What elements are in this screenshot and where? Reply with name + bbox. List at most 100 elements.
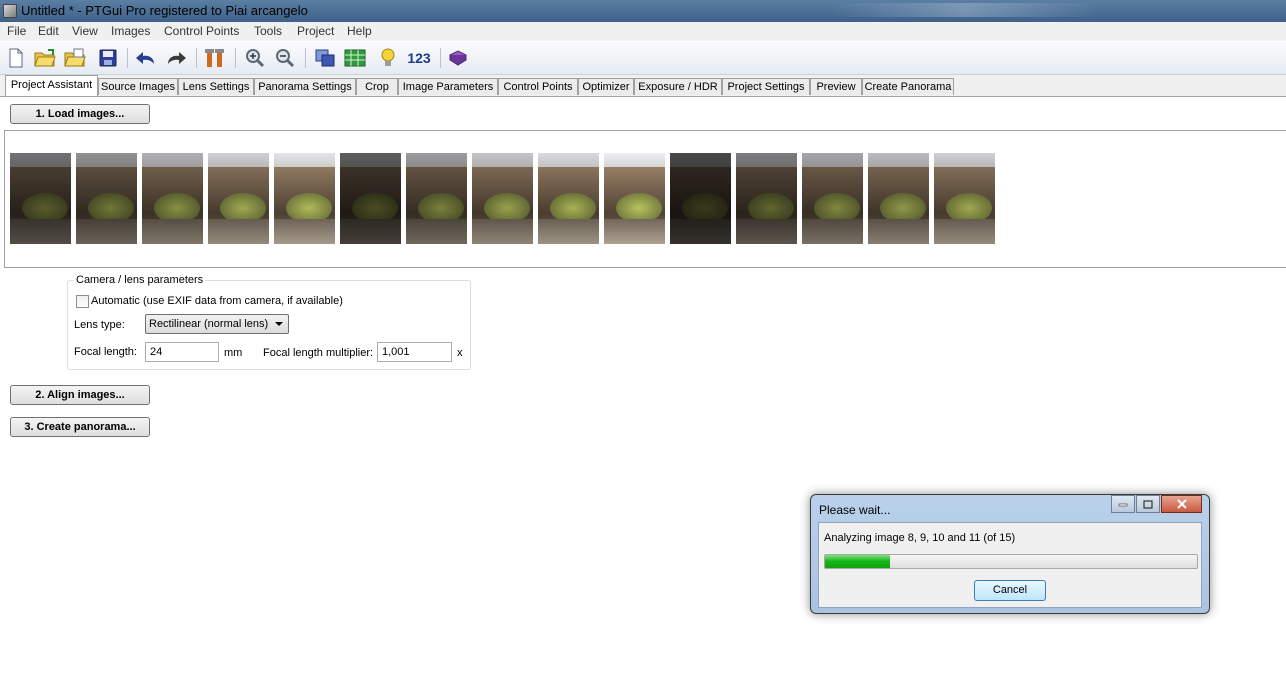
thumbnail-foreground [76,219,137,244]
image-thumbnail[interactable] [604,153,665,244]
focal-length-multiplier-label: Focal length multiplier: [263,347,374,359]
create-panorama-button[interactable]: 3. Create panorama... [10,417,150,437]
lens-type-value: Rectilinear (normal lens) [149,318,269,330]
window-controls [1111,495,1202,514]
tab-preview[interactable]: Preview [810,78,862,95]
tab-lens-settings[interactable]: Lens Settings [178,78,254,95]
thumbnail-foreground [142,219,203,244]
menu-control-points[interactable]: Control Points [164,24,239,38]
focal-length-multiplier-input[interactable]: 1,001 [377,342,452,362]
chevron-down-icon [275,322,283,326]
thumbnail-foreground [274,219,335,244]
title-bar-decoration [830,3,1100,17]
multiplier-unit: x [457,347,463,359]
tab-image-parameters[interactable]: Image Parameters [398,78,498,95]
undo-icon[interactable] [134,47,158,69]
menu-tools[interactable]: Tools [254,24,282,38]
please-wait-dialog: Please wait... Analyzing image 8, 9, 10 … [810,494,1210,614]
thumbnail-foreground [670,219,731,244]
tab-create-panorama[interactable]: Create Panorama [862,78,954,95]
toolbar: 123 [0,42,1286,75]
image-thumbnail[interactable] [670,153,731,244]
thumbnail-foreground [802,219,863,244]
focal-length-label: Focal length: [74,346,137,358]
app-icon[interactable] [3,4,17,18]
automatic-exif-label: Automatic (use EXIF data from camera, if… [91,295,343,307]
tab-exposure-hdr[interactable]: Exposure / HDR [634,78,722,95]
menu-images[interactable]: Images [111,24,150,38]
lens-type-label: Lens type: [74,319,125,331]
image-thumbnail-strip[interactable] [4,130,1286,268]
numbering-icon[interactable]: 123 [402,47,436,69]
menu-help[interactable]: Help [347,24,372,38]
toolbar-separator [440,48,441,68]
redo-icon[interactable] [164,47,188,69]
title-bar: Untitled * - PTGui Pro registered to Pia… [0,0,1286,22]
open-folder-icon[interactable] [33,47,57,69]
image-thumbnail[interactable] [472,153,533,244]
tab-control-points[interactable]: Control Points [498,78,578,95]
group-title: Camera / lens parameters [74,274,206,286]
tab-optimizer[interactable]: Optimizer [578,78,634,95]
image-thumbnail[interactable] [802,153,863,244]
progress-message: Analyzing image 8, 9, 10 and 11 (of 15) [824,532,1016,544]
tab-project-assistant[interactable]: Project Assistant [5,75,98,96]
lens-type-select[interactable]: Rectilinear (normal lens) [145,314,289,334]
panorama-editor-icon[interactable] [313,47,337,69]
tab-project-settings[interactable]: Project Settings [722,78,810,95]
image-thumbnail[interactable] [406,153,467,244]
progress-bar [824,554,1198,569]
zoom-in-icon[interactable] [243,47,267,69]
menu-bar: File Edit View Images Control Points Too… [0,22,1286,41]
thumbnail-foreground [604,219,665,244]
menu-edit[interactable]: Edit [38,24,59,38]
tab-crop[interactable]: Crop [356,78,398,95]
close-icon[interactable] [1161,495,1202,513]
image-thumbnail[interactable] [274,153,335,244]
toolbar-separator [196,48,197,68]
thumbnail-foreground [538,219,599,244]
image-thumbnail[interactable] [538,153,599,244]
lightbulb-icon[interactable] [376,47,400,69]
thumbnail-foreground [472,219,533,244]
automatic-exif-checkbox[interactable] [76,295,89,308]
book-icon[interactable] [446,47,470,69]
image-thumbnail[interactable] [736,153,797,244]
tab-source-images[interactable]: Source Images [98,78,178,95]
minimize-icon[interactable] [1111,495,1135,513]
progress-bar-fill [825,555,891,568]
tab-bar: Project Assistant Source Images Lens Set… [0,75,1286,97]
zoom-out-icon[interactable] [273,47,297,69]
menu-file[interactable]: File [7,24,26,38]
toolbar-separator [127,48,128,68]
table-icon[interactable] [343,47,367,69]
align-images-button[interactable]: 2. Align images... [10,385,150,405]
camera-lens-parameters-group: Camera / lens parameters Automatic (use … [67,274,471,370]
image-thumbnail[interactable] [340,153,401,244]
window-title: Untitled * - PTGui Pro registered to Pia… [21,3,308,18]
image-thumbnail[interactable] [208,153,269,244]
toolbar-separator [305,48,306,68]
thumbnail-foreground [868,219,929,244]
image-thumbnail[interactable] [934,153,995,244]
image-thumbnail[interactable] [10,153,71,244]
focal-length-input[interactable]: 24 [145,342,219,362]
dialog-body: Analyzing image 8, 9, 10 and 11 (of 15) … [818,522,1202,608]
cancel-button[interactable]: Cancel [974,580,1046,601]
thumbnail-foreground [934,219,995,244]
image-thumbnail[interactable] [868,153,929,244]
open-recent-icon[interactable] [63,47,87,69]
image-thumbnail[interactable] [142,153,203,244]
maximize-icon[interactable] [1136,495,1160,513]
tab-panorama-settings[interactable]: Panorama Settings [254,78,356,95]
new-file-icon[interactable] [4,47,28,69]
menu-view[interactable]: View [72,24,98,38]
thumbnail-foreground [406,219,467,244]
thumbnail-foreground [736,219,797,244]
menu-project[interactable]: Project [297,24,334,38]
toolbar-separator [235,48,236,68]
image-thumbnail[interactable] [76,153,137,244]
save-icon[interactable] [96,47,120,69]
load-images-button[interactable]: 1. Load images... [10,104,150,124]
tools-icon[interactable] [203,47,227,69]
